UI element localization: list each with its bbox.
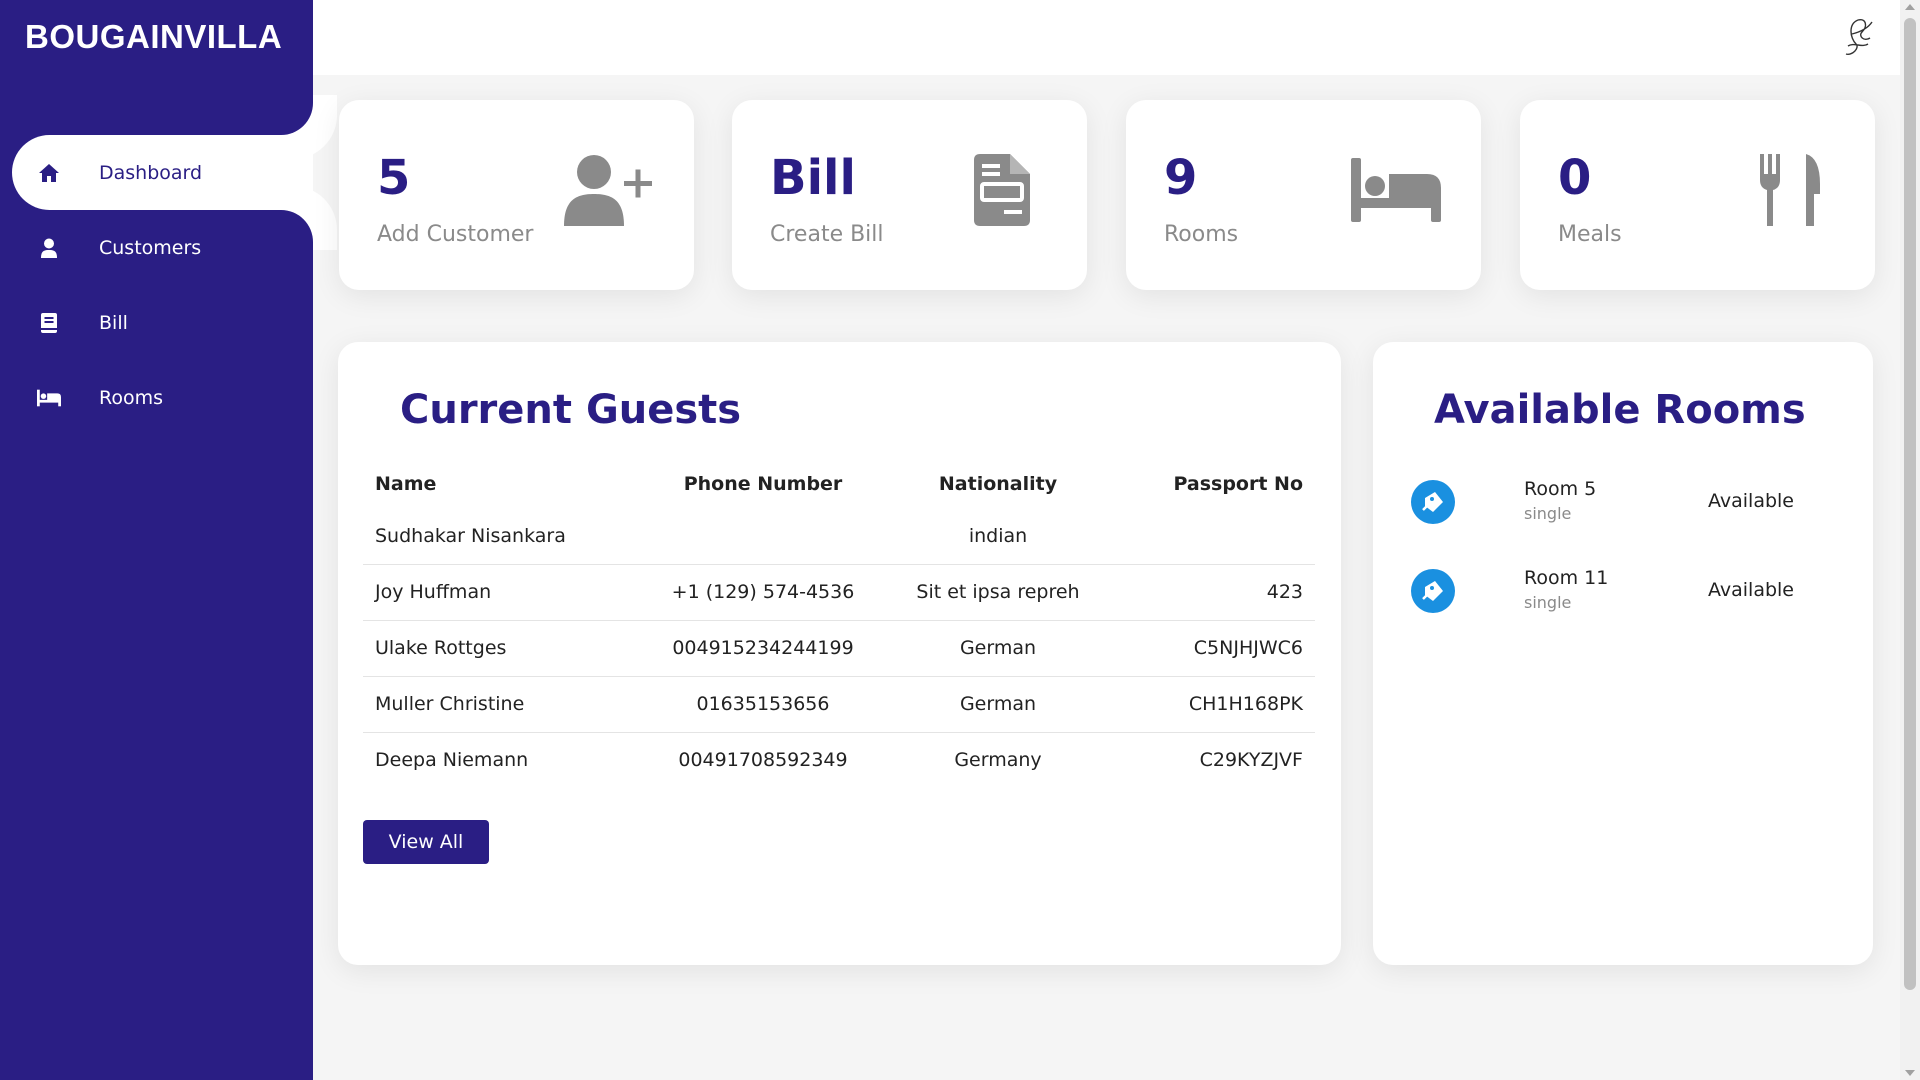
bill-title: Bill [770, 150, 856, 206]
guest-nationality: Sit et ipsa repreh [863, 564, 1133, 621]
card-label: Create Bill [770, 222, 884, 247]
user-icon [37, 236, 61, 260]
rooms-count: 9 [1164, 150, 1198, 206]
guest-nationality: German [863, 676, 1133, 733]
card-label: Rooms [1164, 222, 1239, 247]
guest-passport [1133, 508, 1315, 565]
list-item[interactable]: Room 5 single Available [1411, 472, 1811, 532]
column-header: Nationality [938, 473, 1058, 495]
bed-icon [37, 386, 61, 410]
room-status: Available [1708, 490, 1795, 512]
guest-nationality: Germany [954, 749, 1042, 772]
add-user-icon [564, 152, 654, 228]
card-label: Add Customer [377, 222, 534, 247]
customer-count: 5 [377, 150, 411, 206]
available-rooms-panel: Available Rooms Room 5 single Available … [1373, 342, 1873, 965]
table-row[interactable]: Muller Christine 01635153656 German CH1H… [363, 676, 1315, 733]
column-header: Phone Number [683, 473, 843, 495]
guests-table: Name Phone Number Nationality Passport N… [363, 460, 1315, 788]
brand-logo[interactable]: BOUGAINVILLA [25, 18, 282, 56]
sidebar-item-customers[interactable]: Customers [0, 210, 313, 285]
meals-card[interactable]: 0 Meals [1520, 100, 1875, 290]
room-type: single [1524, 593, 1572, 612]
scrollbar-thumb[interactable] [1904, 18, 1916, 990]
guest-passport: C5NJHJWC6 [1133, 620, 1315, 677]
sidebar-item-rooms[interactable]: Rooms [0, 360, 313, 435]
guest-phone: 004915234244199 [663, 620, 863, 677]
guest-nationality: indian [863, 508, 1133, 565]
room-name: Room 5 [1524, 478, 1597, 500]
sidebar-item-label: Rooms [99, 386, 164, 409]
table-header-row: Name Phone Number Nationality Passport N… [363, 460, 1315, 508]
room-name: Room 11 [1524, 567, 1609, 589]
guest-passport: 423 [1133, 564, 1315, 621]
sidebar-item-label: Customers [99, 236, 202, 259]
room-key-icon [1411, 480, 1455, 524]
sidebar-item-bill[interactable]: Bill [0, 285, 313, 360]
table-row[interactable]: Joy Huffman +1 (129) 574-4536 Sit et ips… [363, 564, 1315, 621]
room-status: Available [1708, 579, 1795, 601]
guest-phone: 01635153656 [663, 676, 863, 733]
table-row[interactable]: Deepa Niemann 00491708592349 Germany C29… [363, 732, 1315, 788]
create-bill-card[interactable]: Bill Create Bill [732, 100, 1087, 290]
guest-name: Joy Huffman [363, 564, 663, 621]
meals-count: 0 [1558, 150, 1592, 206]
sidebar-nav: Dashboard Customers Bill Rooms [0, 135, 313, 435]
table-row[interactable]: Ulake Rottges 004915234244199 German C5N… [363, 620, 1315, 677]
guest-nationality: German [863, 620, 1133, 677]
guest-phone: 00491708592349 [678, 749, 848, 772]
guest-passport: C29KYZJVF [1199, 749, 1303, 772]
scroll-up-icon[interactable] [1905, 4, 1915, 10]
sidebar-item-label: Dashboard [99, 161, 203, 184]
room-key-icon [1411, 569, 1455, 613]
home-icon [37, 161, 61, 185]
guest-name: Ulake Rottges [363, 620, 663, 677]
column-header: Passport No [1173, 473, 1303, 495]
card-label: Meals [1558, 222, 1622, 247]
guest-name: Muller Christine [363, 676, 663, 733]
sidebar: BOUGAINVILLA Dashboard Customers Bill Ro… [0, 0, 313, 1080]
table-row[interactable]: Sudhakar Nisankara indian [363, 508, 1315, 565]
guest-phone [663, 508, 863, 565]
guest-name: Sudhakar Nisankara [363, 508, 663, 565]
guest-phone: +1 (129) 574-4536 [663, 564, 863, 621]
top-bar [313, 0, 1900, 75]
book-icon [37, 311, 61, 335]
current-guests-panel: Current Guests Name Phone Number Nationa… [338, 342, 1341, 965]
guest-name: Deepa Niemann [375, 749, 529, 772]
document-icon [957, 152, 1047, 228]
available-rooms-title: Available Rooms [1434, 387, 1806, 433]
guest-passport: CH1H168PK [1133, 676, 1315, 733]
rooms-card[interactable]: 9 Rooms [1126, 100, 1481, 290]
list-item[interactable]: Room 11 single Available [1411, 561, 1811, 621]
add-customer-card[interactable]: 5 Add Customer [339, 100, 694, 290]
scroll-down-icon[interactable] [1905, 1070, 1915, 1076]
bed-icon [1351, 152, 1441, 228]
utensils-icon [1745, 152, 1835, 228]
room-type: single [1524, 504, 1572, 523]
current-guests-title: Current Guests [400, 387, 742, 433]
sidebar-item-label: Bill [99, 311, 128, 334]
column-header: Name [375, 473, 437, 495]
sidebar-item-dashboard[interactable]: Dashboard [12, 135, 313, 210]
signature-avatar-icon[interactable] [1838, 14, 1878, 62]
view-all-button[interactable]: View All [363, 820, 489, 864]
page-scrollbar[interactable] [1900, 0, 1920, 1080]
